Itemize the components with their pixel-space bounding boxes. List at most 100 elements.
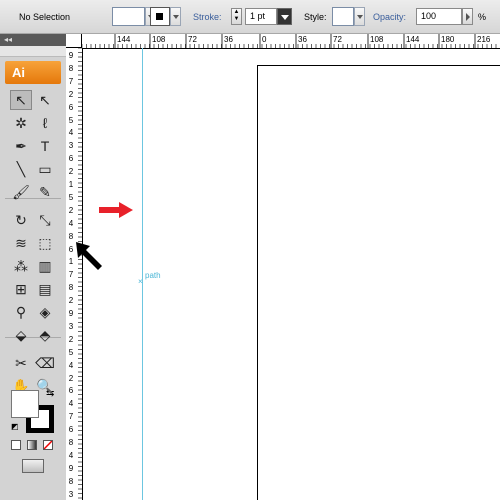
control-bar: No Selection Stroke: ▲ ▼ 1 pt Style: Opac… (0, 0, 500, 34)
vertical-ruler-label: 4 (68, 128, 74, 138)
gradient-tool-icon[interactable]: ▤ (34, 279, 56, 299)
line-segment-tool-icon[interactable]: ╲ (10, 159, 32, 179)
stroke-color-swatch[interactable] (150, 7, 170, 26)
default-fill-stroke-icon[interactable]: ◩ (11, 422, 19, 431)
none-mode-icon[interactable] (43, 440, 53, 450)
vertical-ruler-label: 8 (68, 476, 74, 486)
vertical-ruler-label: 2 (68, 373, 74, 383)
direct-selection-tool-icon[interactable]: ↖ (34, 90, 56, 110)
warp-tool-icon[interactable]: ≋ (10, 233, 32, 253)
horizontal-ruler-label: 180 (441, 35, 455, 44)
vertical-ruler-label: 3 (68, 489, 74, 499)
horizontal-ruler-label: 0 (262, 35, 267, 44)
tools-panel-header[interactable]: ◂◂ (0, 34, 66, 46)
vertical-ruler-label: 9 (68, 463, 74, 473)
vertical-ruler-label: 3 (68, 321, 74, 331)
vertical-ruler-label: 5 (68, 192, 74, 202)
graphic-style-dropdown[interactable] (354, 7, 365, 26)
vertical-ruler-label: 2 (68, 296, 74, 306)
magic-wand-tool-icon[interactable]: ✲ (10, 113, 32, 133)
vertical-ruler-label: 2 (68, 89, 74, 99)
stroke-swatch-inner-icon (155, 12, 164, 21)
fill-color-swatch[interactable] (112, 7, 145, 26)
black-arrow-icon (76, 242, 102, 270)
vertical-guide[interactable] (142, 48, 143, 500)
vertical-ruler-label: 7 (68, 76, 74, 86)
graphic-style-swatch[interactable] (332, 7, 354, 26)
eraser-tool-icon[interactable]: ⌫ (34, 353, 56, 373)
vertical-ruler-label: 8 (68, 438, 74, 447)
vertical-ruler-label: 8 (68, 63, 74, 73)
red-arrow-icon (99, 202, 133, 218)
guide-marker-icon: × (138, 277, 143, 286)
horizontal-ruler-ticks (82, 34, 497, 48)
paintbrush-tool-icon[interactable]: 🖌 (10, 182, 32, 202)
color-mode-icon[interactable] (11, 440, 21, 450)
mesh-tool-icon[interactable]: ⊞ (10, 279, 32, 299)
stroke-label-link[interactable]: Stroke: (193, 12, 222, 22)
pencil-tool-icon[interactable]: ✎ (34, 182, 56, 202)
slice-tool-icon[interactable]: ✂ (10, 353, 32, 373)
live-paint-selection-tool-icon[interactable]: ⬘ (34, 325, 56, 345)
horizontal-ruler-label: 72 (333, 35, 342, 44)
selection-tool-icon[interactable]: ↖ (10, 90, 32, 110)
vertical-ruler-label: 4 (68, 399, 74, 409)
rectangle-tool-icon[interactable]: ▭ (34, 159, 56, 179)
vertical-ruler-label: 4 (68, 450, 74, 460)
vertical-ruler-label: 1 (68, 180, 74, 189)
tools-panel: ◂◂ Ai ⇆ ◩ ↖ ↖ ✲ ℓ ✒ T ╲ ▭ 🖌 ✎ ↻ ⤡ ≋ ⬚ ⁂ ▥ ⊞ ▤ ⚲ ◈ ⬙ ⬘ ✂ ⌫ ✋ 🔍 (0, 34, 67, 500)
stroke-weight-dropdown[interactable] (277, 8, 292, 25)
vertical-ruler-label: 5 (68, 347, 74, 357)
opacity-label-link[interactable]: Opacity: (373, 12, 406, 22)
vertical-ruler-label: 2 (68, 205, 74, 215)
vertical-ruler-label: 4 (68, 360, 74, 370)
horizontal-ruler-label: 72 (188, 35, 197, 44)
stroke-dropdown-arrow[interactable] (170, 7, 181, 26)
horizontal-ruler-label: 216 (477, 35, 491, 44)
stroke-weight-input[interactable]: 1 pt (245, 8, 277, 25)
opacity-popup-arrow[interactable] (462, 8, 473, 25)
selection-status: No Selection (19, 12, 71, 22)
free-transform-tool-icon[interactable]: ⬚ (34, 233, 56, 253)
opacity-percent-sign: % (478, 12, 487, 22)
style-label: Style: (304, 12, 327, 22)
horizontal-ruler-label: 36 (298, 35, 307, 44)
scale-tool-icon[interactable]: ⤡ (34, 210, 56, 230)
blend-tool-icon[interactable]: ◈ (34, 302, 56, 322)
vertical-ruler-label: 3 (68, 141, 74, 151)
horizontal-ruler-label: 36 (224, 35, 233, 44)
vertical-ruler[interactable]: 98726543621524861782932542647684983 (66, 48, 83, 500)
rotate-tool-icon[interactable]: ↻ (10, 210, 32, 230)
vertical-ruler-label: 6 (68, 386, 74, 396)
vertical-ruler-label: 6 (68, 425, 74, 435)
eyedropper-tool-icon[interactable]: ⚲ (10, 302, 32, 322)
fill-box[interactable] (11, 390, 39, 418)
horizontal-ruler-label: 108 (152, 35, 166, 44)
horizontal-ruler-label: 108 (370, 35, 384, 44)
vertical-ruler-label: 9 (68, 51, 74, 60)
vertical-ruler-label: 5 (68, 115, 74, 125)
vertical-ruler-label: 2 (68, 167, 74, 177)
stroke-weight-stepper[interactable]: ▲ ▼ (231, 8, 242, 25)
vertical-ruler-label: 9 (68, 309, 74, 318)
opacity-input[interactable]: 100 (416, 8, 462, 25)
type-tool-icon[interactable]: T (34, 136, 56, 156)
ruler-origin-corner[interactable] (66, 34, 82, 48)
screen-mode-button[interactable] (22, 459, 44, 473)
column-graph-tool-icon[interactable]: ▥ (34, 256, 56, 276)
symbol-sprayer-tool-icon[interactable]: ⁂ (10, 256, 32, 276)
artboard[interactable] (257, 65, 500, 500)
horizontal-ruler[interactable]: 144 108 72 36 0 36 72 108 144 180 216 (82, 34, 500, 49)
horizontal-ruler-label: 144 (117, 35, 131, 44)
smart-guide-path-label: path (145, 271, 161, 280)
live-paint-bucket-tool-icon[interactable]: ⬙ (10, 325, 32, 345)
tools-panel-grip[interactable] (0, 46, 66, 57)
lasso-tool-icon[interactable]: ℓ (34, 113, 56, 133)
vertical-ruler-label: 6 (68, 102, 74, 112)
vertical-ruler-label: 7 (68, 412, 74, 422)
vertical-ruler-label: 8 (68, 283, 74, 293)
vertical-ruler-label: 4 (68, 218, 74, 228)
collapse-panel-icon[interactable]: ◂◂ (4, 35, 12, 44)
gradient-mode-icon[interactable] (27, 440, 37, 450)
pen-tool-icon[interactable]: ✒ (10, 136, 32, 156)
